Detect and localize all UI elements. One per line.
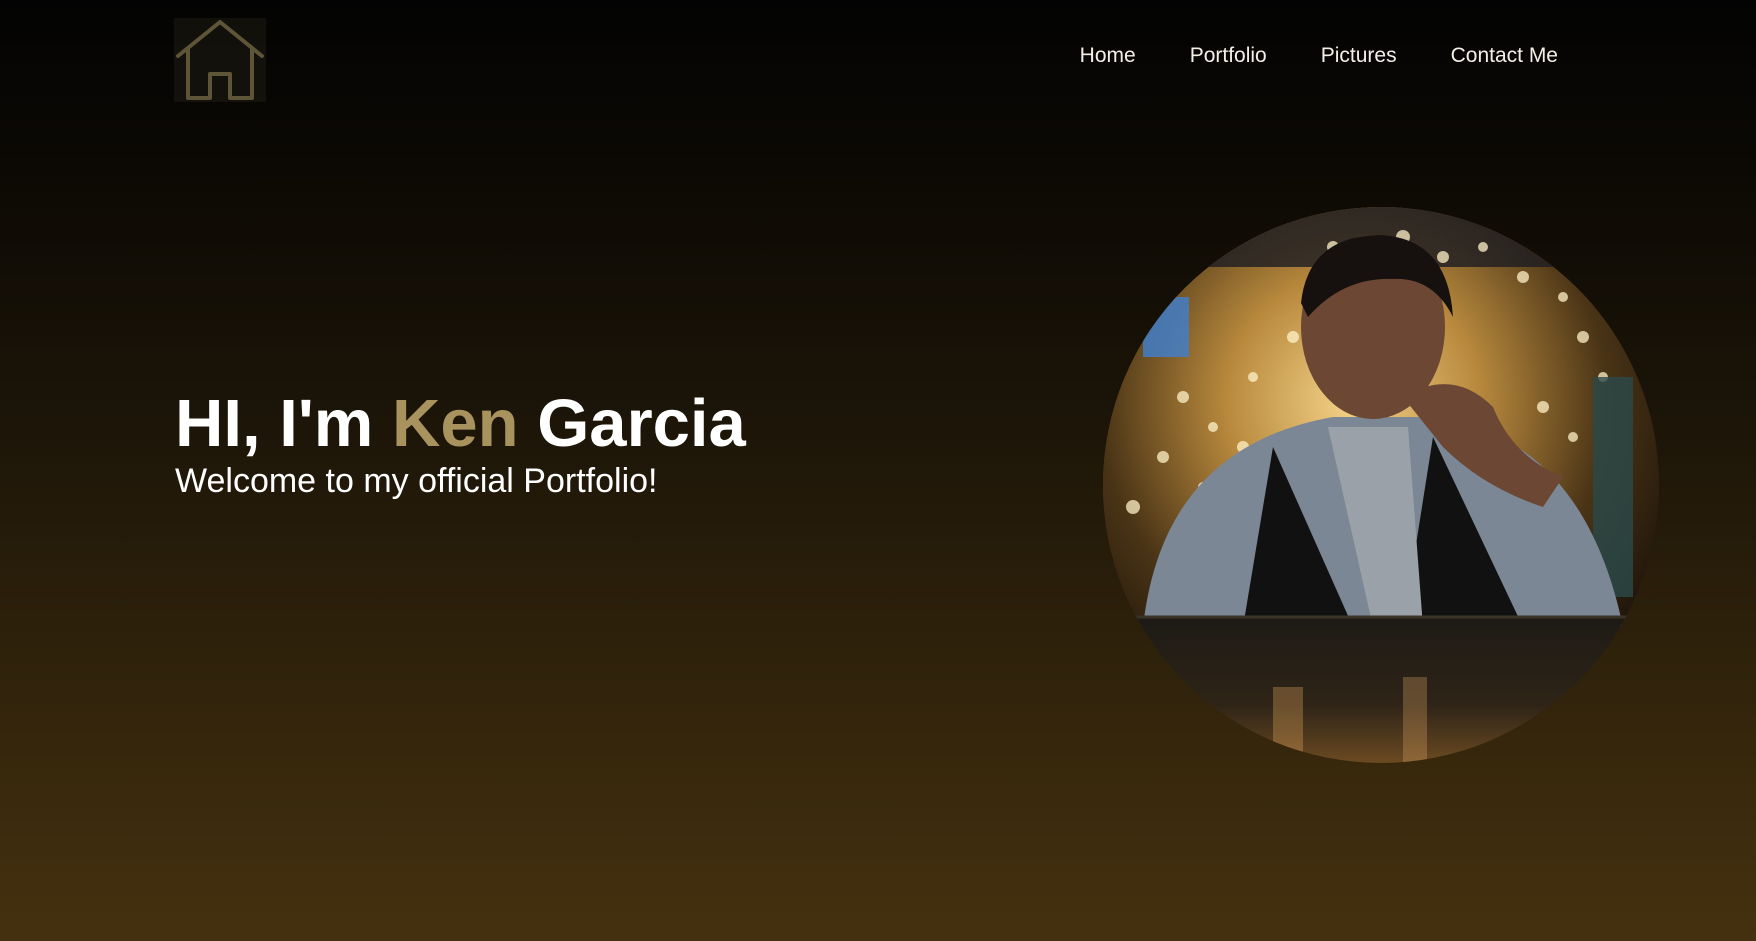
hero-last-name: Garcia [537,386,746,461]
home-logo[interactable] [174,18,266,102]
house-icon [176,20,264,100]
hero-greeting: HI, I'm [175,386,374,461]
profile-photo [1103,207,1659,763]
nav-contact-me[interactable]: Contact Me [1451,42,1558,70]
nav-pictures[interactable]: Pictures [1321,42,1397,70]
hero-subtitle: Welcome to my official Portfolio! [175,462,658,500]
nav-portfolio[interactable]: Portfolio [1190,42,1267,70]
hero-title: HI, I'm Ken Garcia [175,388,746,460]
profile-photo-illustration [1103,207,1659,763]
hero-section: HI, I'm Ken Garcia Welcome to my officia… [175,388,746,502]
main-nav: Home Portfolio Pictures Contact Me [1080,42,1558,70]
nav-home[interactable]: Home [1080,42,1136,70]
hero-first-name: Ken [391,386,519,461]
